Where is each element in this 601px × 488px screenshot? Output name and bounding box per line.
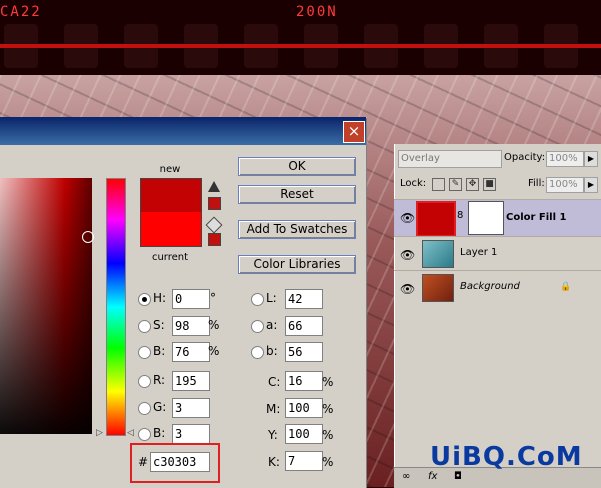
fill-arrow-icon[interactable]: ▶ [584, 177, 598, 193]
lock-label: Lock: [400, 178, 427, 189]
yellow-input[interactable]: 100 [285, 424, 323, 444]
layer-thumbnail[interactable] [422, 274, 454, 302]
yellow-unit: % [322, 428, 334, 442]
reset-button[interactable]: Reset [238, 185, 356, 204]
magenta-input[interactable]: 100 [285, 398, 323, 418]
lab-a-label: a: [266, 318, 278, 332]
close-button[interactable]: × [343, 121, 365, 143]
lock-icon: 🔒 [560, 282, 572, 292]
current-color-label: current [151, 252, 189, 263]
brightness-label: B: [153, 344, 166, 358]
lab-b-radio[interactable] [251, 346, 264, 359]
eye-icon[interactable]: 👁 [400, 248, 415, 262]
current-color-swatch[interactable] [140, 212, 202, 247]
magenta-unit: % [322, 402, 334, 416]
eye-icon[interactable]: 👁 [400, 211, 415, 225]
layer-row[interactable]: 👁 Layer 1 [394, 236, 601, 271]
red-radio[interactable] [138, 375, 151, 388]
lock-image-icon[interactable]: ✎ [449, 178, 462, 191]
black-input[interactable]: 7 [285, 451, 323, 471]
lab-b-input[interactable]: 56 [285, 342, 323, 362]
green-radio[interactable] [138, 402, 151, 415]
opacity-input[interactable]: 100% [546, 151, 584, 167]
ok-button[interactable]: OK [238, 157, 356, 176]
lab-l-label: L: [266, 291, 277, 305]
hue-unit: ° [210, 291, 216, 305]
lock-all-icon[interactable]: ■ [483, 178, 496, 191]
layer-name[interactable]: Layer 1 [460, 247, 497, 258]
gamut-color-swatch[interactable] [208, 197, 221, 210]
film-stripe [0, 44, 601, 48]
fill-label: Fill: [528, 178, 545, 189]
new-color-label: new [159, 164, 181, 175]
cyan-label: C: [268, 375, 281, 389]
yellow-label: Y: [268, 428, 278, 442]
brightness-unit: % [208, 344, 220, 358]
lab-a-radio[interactable] [251, 320, 264, 333]
layer-name[interactable]: Background [460, 281, 520, 292]
web-safe-color-swatch[interactable] [208, 233, 221, 246]
link-icon[interactable]: 8 [457, 210, 463, 221]
red-label: R: [153, 373, 166, 387]
saturation-radio[interactable] [138, 320, 151, 333]
film-strip: CA22 200N [0, 0, 601, 75]
picker-title-bar[interactable] [0, 117, 366, 145]
color-libraries-button[interactable]: Color Libraries [238, 255, 356, 274]
brightness-radio[interactable] [138, 346, 151, 359]
color-fill-thumbnail[interactable] [416, 201, 456, 237]
fill-input[interactable]: 100% [546, 177, 584, 193]
color-field-shade [0, 178, 92, 434]
film-text-right: 200N [296, 4, 338, 20]
blue-label: B: [153, 426, 166, 440]
blue-input[interactable]: 3 [172, 424, 210, 444]
opacity-arrow-icon[interactable]: ▶ [584, 151, 598, 167]
layer-row[interactable]: 👁 8 Color Fill 1 [394, 199, 601, 237]
blend-mode-select[interactable]: Overlay [398, 150, 502, 168]
magenta-label: M: [266, 402, 281, 416]
film-text-left: CA22 [0, 4, 42, 20]
saturation-unit: % [208, 318, 220, 332]
lock-transparent-icon[interactable] [432, 178, 445, 191]
lab-b-label: b: [266, 344, 278, 358]
hex-input[interactable]: c30303 [150, 452, 210, 472]
green-input[interactable]: 3 [172, 398, 210, 418]
layers-panel [394, 144, 601, 487]
mask-icon[interactable]: ◘ [454, 471, 462, 482]
eye-icon[interactable]: 👁 [400, 282, 415, 296]
brightness-input[interactable]: 76 [172, 342, 210, 362]
black-label: K: [268, 455, 280, 469]
hue-label: H: [153, 291, 167, 305]
hue-slider-left-arrow-icon[interactable]: ▷ [96, 428, 103, 438]
hue-slider[interactable] [106, 178, 126, 436]
red-input[interactable]: 195 [172, 371, 210, 391]
watermark: UiBQ.CoM [430, 442, 583, 472]
hue-radio[interactable] [138, 293, 151, 306]
blue-radio[interactable] [138, 428, 151, 441]
lock-position-icon[interactable]: ✥ [466, 178, 479, 191]
green-label: G: [153, 400, 167, 414]
saturation-label: S: [153, 318, 165, 332]
fx-icon[interactable]: fx [428, 471, 437, 482]
add-to-swatches-button[interactable]: Add To Swatches [238, 220, 356, 239]
cyan-input[interactable]: 16 [285, 371, 323, 391]
cyan-unit: % [322, 375, 334, 389]
lab-l-radio[interactable] [251, 293, 264, 306]
saturation-input[interactable]: 98 [172, 316, 210, 336]
gamut-warning-icon[interactable] [208, 181, 220, 192]
color-field-cursor[interactable] [82, 231, 94, 243]
opacity-label: Opacity: [504, 152, 546, 163]
lab-l-input[interactable]: 42 [285, 289, 323, 309]
layer-thumbnail[interactable] [422, 240, 454, 268]
hue-input[interactable]: 0 [172, 289, 210, 309]
layer-row[interactable]: 👁 Background 🔒 [394, 270, 601, 305]
layer-mask-thumbnail[interactable] [468, 201, 504, 235]
layer-name[interactable]: Color Fill 1 [506, 212, 566, 223]
black-unit: % [322, 455, 334, 469]
new-color-swatch [140, 178, 202, 214]
hex-label: # [138, 455, 149, 469]
link-layers-icon[interactable]: ∞ [402, 471, 410, 482]
hue-slider-right-arrow-icon[interactable]: ◁ [127, 428, 134, 438]
lab-a-input[interactable]: 66 [285, 316, 323, 336]
